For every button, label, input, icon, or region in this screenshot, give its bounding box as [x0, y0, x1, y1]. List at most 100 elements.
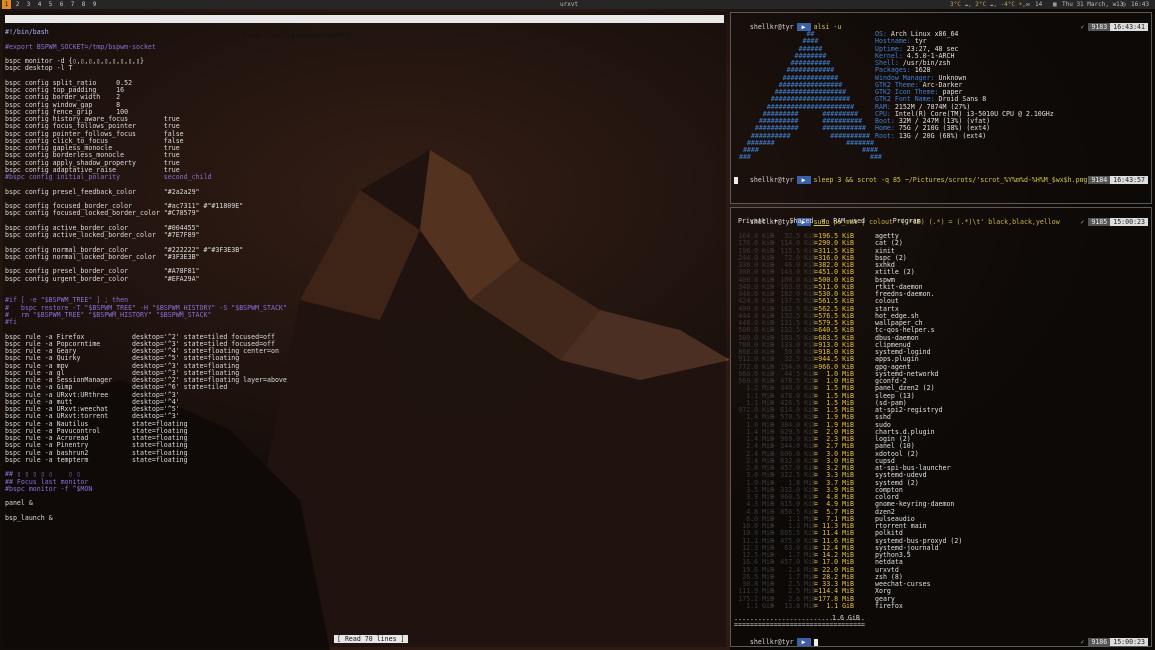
terminal-cursor[interactable] [734, 177, 738, 185]
program-name: bspc (2) [875, 253, 907, 262]
prompt-time: 16:43:41 [1110, 23, 1148, 31]
history-number: 9185 [1088, 218, 1111, 226]
history-number: 9186 [1088, 638, 1111, 646]
prompt-time: 15:00:23 [1110, 218, 1148, 226]
process-table: 164.0 KiB 32.5 KiB 196.5 KiB agetty + = 176.0 … [734, 232, 1149, 610]
prompt-time: 16:43:57 [1110, 176, 1148, 184]
mail-count: 14 [1035, 1, 1043, 8]
mail-icon: ✉ [1026, 1, 1030, 8]
code-line: bspc config urgent_border_color "#EFA29A… [5, 274, 200, 283]
prompt-status: ✓ 9186 15:00:23 [1065, 630, 1148, 646]
terminal-psmem-window[interactable]: shellkr@tyr ▶ sudo ps_mem | colout '(.*iB)… [730, 207, 1152, 647]
program-name: xtitle (2) [875, 268, 915, 277]
prompt-line: shellkr@tyr ▶ alsi -u [734, 15, 841, 31]
workspace-button[interactable]: 7 [68, 0, 77, 9]
code-line: panel & [5, 499, 33, 508]
history-number: 9183 [1088, 23, 1111, 31]
program-name: at-spi2-registryd [875, 406, 943, 414]
table-row: 1.1 GiB 13.8 MiB 1.1 GiB firefox + = [734, 601, 1149, 610]
sysinfo-key: Root: [875, 131, 895, 140]
command-text: alsi -u [813, 23, 842, 31]
nano-text-area[interactable]: #!/bin/bash #export BSPWM_SOCKET=/tmp/bsp… [5, 28, 724, 522]
logo-line: ### ### [735, 153, 882, 162]
program-name: xinit [875, 246, 895, 255]
prompt-user: shellkr@tyr [749, 638, 794, 646]
nano-editor-window[interactable]: GNU nano 2.5.3 File: .config/bspwm/bspwm… [3, 12, 726, 647]
clock-icon: ◷ [1122, 1, 1126, 8]
workspace-button[interactable]: 2 [13, 0, 22, 9]
system-info: OS: Arch Linux x86_64 Hostname: tyr Uptime… [875, 30, 1150, 140]
date-widget: Thu 31 March, w13 [1062, 1, 1124, 8]
table-header: Private + Shared = RAM used Program [734, 217, 921, 225]
program-name: firefox [875, 601, 903, 610]
top-panel: 1 2 3 4 5 6 7 8 9 urxvt 3°C ☁, 2°C ☁, -4… [0, 0, 1155, 9]
program-name: freedns-daemon. [875, 290, 935, 298]
prompt-status: ✓ 9184 16:43:57 [1065, 168, 1148, 184]
code-line: bspc config active_locked_border_color "… [5, 231, 200, 239]
workspace-button[interactable]: 8 [79, 0, 88, 9]
sysinfo-value: 13G / 20G (68%) (ext4) [898, 131, 987, 140]
code-line: ## ▯ ▯ ▯ ▯ ▯ ▯ ▯ [5, 470, 81, 479]
code-line: bspc desktop -l T [5, 64, 73, 73]
program-name: apps.plugin [875, 355, 919, 364]
command-text: sleep 3 && scrot -q 85 ~/Pictures/scrots… [813, 176, 1092, 184]
code-line: #bspc config initial_polarity second_chi… [5, 173, 212, 181]
prompt-line: shellkr@tyr ▶ [734, 630, 818, 646]
shared-mem: 13.8 MiB [784, 601, 816, 610]
program-name: gnome-keyring-daemon [875, 500, 955, 509]
prompt-line: shellkr@tyr ▶ sleep 3 && scrot -q 85 ~/Pic… [734, 168, 1091, 184]
workspace-button[interactable]: 5 [46, 0, 55, 9]
program-name: rtorrent main [875, 522, 927, 530]
program-name: systemd (2) [875, 478, 919, 487]
program-name: sleep (13) [875, 391, 915, 400]
code-line: bsp_launch & [5, 513, 53, 522]
program-name: compton [875, 485, 903, 494]
prompt-status: ✓ 9185 15:00:23 [1065, 210, 1148, 226]
program-name: urxvtd [875, 565, 899, 574]
prompt-status: ✓ 9183 16:43:41 [1065, 15, 1148, 31]
workspace-button[interactable]: 1 [2, 0, 11, 9]
separator-line-double: ================================= [734, 621, 866, 629]
prompt-arrow-icon: ▶ [796, 638, 811, 646]
code-line: #export BSPWM_SOCKET=/tmp/bspwm-socket [5, 42, 156, 51]
code-line: #!/bin/bash [5, 28, 49, 36]
history-number: 9184 [1088, 176, 1111, 184]
window-title: urxvt [560, 1, 579, 8]
program-name: Xorg [875, 587, 891, 596]
terminal-cursor[interactable] [813, 638, 818, 646]
program-name: dbus-daemon [875, 333, 919, 342]
nano-title-bar: GNU nano 2.5.3 File: .config/bspwm/bspwm… [5, 15, 724, 39]
terminal-alsi-window[interactable]: shellkr@tyr ▶ alsi -u ✓ 9183 16:43:41 ## ##… [730, 12, 1152, 204]
program-name: netdata [875, 558, 903, 567]
sysinfo-row: Root: 13G / 20G (68%) (ext4) [875, 131, 1150, 140]
code-line: #bspc monitor -f ^$MON [5, 484, 93, 493]
workspace-button[interactable]: 9 [90, 0, 99, 9]
code-line: bspc config presel_feedback_color "#2a2a… [5, 187, 200, 196]
program-name: sshd [875, 413, 891, 422]
program-name: charts.d.plugin [875, 427, 935, 436]
prompt-user: shellkr@tyr [749, 176, 794, 184]
plus-sign: + [771, 601, 775, 610]
program-name: cat (2) [875, 239, 903, 248]
equals-sign: = [814, 601, 818, 610]
program-name: agetty [875, 232, 899, 240]
clock-widget: 16:43 [1131, 1, 1150, 8]
program-name: geary [875, 594, 895, 603]
code-line: #fi [5, 318, 17, 326]
workspace-button[interactable]: 4 [35, 0, 44, 9]
code-line: # rm "$BSPWM_TREE" "$BSPWM_HISTORY" "$BS… [5, 310, 212, 319]
program-name: systemd-networkd [875, 369, 939, 378]
prompt-time: 15:00:23 [1110, 638, 1148, 646]
nano-status-message: [ Read 70 lines ] [334, 635, 408, 643]
code-line: bspc monitor -d {▯,▯,▯,▯,▯,▯,▯,▯,▯} [5, 57, 144, 65]
prompt-arrow-icon: ▶ [796, 176, 811, 184]
arch-logo-ascii: ## #### ###### ######## ########## #####… [735, 30, 882, 162]
workspace-button[interactable]: 3 [24, 0, 33, 9]
code-line: bspc rule -a tempterm state=floating [5, 455, 188, 464]
private-mem: 1.1 GiB [746, 601, 774, 610]
workspace-button[interactable]: 6 [57, 0, 66, 9]
